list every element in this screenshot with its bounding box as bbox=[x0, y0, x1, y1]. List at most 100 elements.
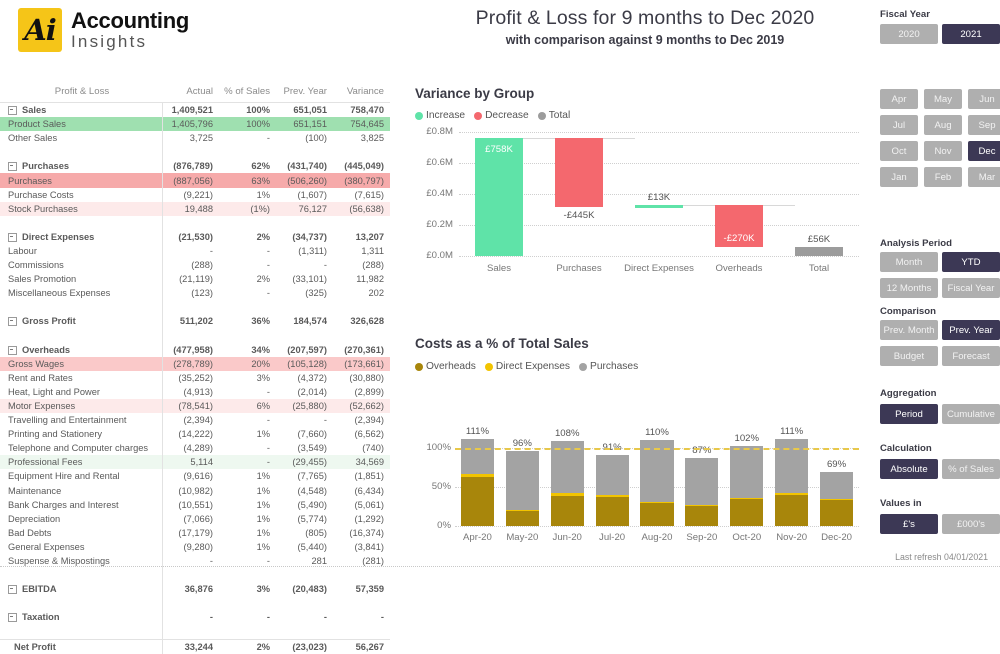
expander-icon[interactable] bbox=[8, 585, 17, 595]
table-row[interactable]: Bank Charges and Interest (10,551) 1% (5,49… bbox=[0, 497, 390, 512]
stacked-bar-segment[interactable] bbox=[550, 493, 584, 497]
aggregation-button-1[interactable]: Cumulative bbox=[942, 404, 1000, 424]
expander-icon[interactable] bbox=[8, 345, 17, 355]
stacked-bar-segment[interactable] bbox=[685, 504, 719, 507]
waterfall-bar[interactable] bbox=[555, 138, 603, 208]
table-row[interactable]: Purchases (876,789) 62% (431,740) (445,049) bbox=[0, 159, 390, 174]
stacked-bar-segment[interactable] bbox=[505, 450, 539, 510]
waterfall-bar[interactable] bbox=[795, 247, 843, 256]
table-row[interactable]: Rent and Rates (35,252) 3% (4,372) (30,880) bbox=[0, 370, 390, 385]
month-button-Feb[interactable]: Feb bbox=[924, 167, 962, 187]
legend-item[interactable]: Overheads bbox=[415, 361, 476, 372]
table-row[interactable]: Miscellaneous Expenses (123) - (325) 202 bbox=[0, 286, 390, 301]
stacked-bar-segment[interactable] bbox=[819, 498, 854, 501]
table-row[interactable]: Labour - - (1,311) 1,311 bbox=[0, 243, 390, 259]
month-button-Dec[interactable]: Dec bbox=[968, 141, 1000, 161]
analysis-period-button-0[interactable]: Month bbox=[880, 252, 938, 272]
table-row[interactable]: Equipment Hire and Rental (9,616) 1% (7,765… bbox=[0, 469, 390, 484]
waterfall-bar[interactable] bbox=[635, 205, 683, 209]
month-button-Nov[interactable]: Nov bbox=[924, 141, 962, 161]
calculation-button-0[interactable]: Absolute bbox=[880, 459, 938, 479]
table-row[interactable]: General Expenses (9,280) 1% (5,440) (3,841) bbox=[0, 539, 390, 554]
table-row[interactable]: Taxation - - - - bbox=[0, 610, 390, 625]
stacked-bar-segment[interactable] bbox=[505, 509, 539, 512]
expander-icon[interactable] bbox=[8, 232, 17, 242]
analysis-period-button-1[interactable]: YTD bbox=[942, 252, 1000, 272]
stacked-bar-segment[interactable] bbox=[640, 501, 674, 503]
table-row[interactable]: Maintenance (10,982) 1% (4,548) (6,434) bbox=[0, 483, 390, 498]
table-row[interactable]: Purchase Costs (9,221) 1% (1,607) (7,615) bbox=[0, 187, 390, 202]
table-row[interactable]: Heat, Light and Power (4,913) - (2,014) (2,8… bbox=[0, 384, 390, 399]
stacked-bar-segment[interactable] bbox=[460, 477, 495, 526]
month-button-Apr[interactable]: Apr bbox=[880, 89, 918, 109]
month-button-Jul[interactable]: Jul bbox=[880, 115, 918, 135]
month-button-Mar[interactable]: Mar bbox=[968, 167, 1000, 187]
table-row[interactable]: Sales Promotion (21,119) 2% (33,101) 11,982 bbox=[0, 272, 390, 287]
legend-item[interactable]: Total bbox=[537, 110, 570, 121]
values-in-button-0[interactable]: £'s bbox=[880, 514, 938, 534]
table-row[interactable]: EBITDA 36,876 3% (20,483) 57,359 bbox=[0, 582, 390, 597]
table-row[interactable]: Gross Wages (278,789) 20% (105,128) (173,661… bbox=[0, 356, 390, 371]
stacked-bar-segment[interactable] bbox=[460, 474, 495, 478]
stacked-bar-segment[interactable] bbox=[730, 446, 764, 498]
month-button-Oct[interactable]: Oct bbox=[880, 141, 918, 161]
stacked-bar-segment[interactable] bbox=[730, 497, 764, 499]
month-button-May[interactable]: May bbox=[924, 89, 962, 109]
legend-item[interactable]: Increase bbox=[415, 110, 465, 121]
table-row[interactable]: Depreciation (7,066) 1% (5,774) (1,292) bbox=[0, 511, 390, 526]
table-row[interactable]: Professional Fees 5,114- (29,455) 34,569 bbox=[0, 455, 390, 470]
table-row[interactable]: Other Sales 3,725 - (100) 3,825 bbox=[0, 131, 390, 146]
table-row[interactable]: Bad Debts (17,179) 1% (805) (16,374) bbox=[0, 525, 390, 540]
waterfall-bar[interactable] bbox=[475, 138, 523, 256]
table-row[interactable]: Sales 1,409,521 100% 651,051 758,470 bbox=[0, 102, 390, 118]
expander-icon[interactable] bbox=[8, 317, 17, 327]
values-in-button-1[interactable]: £000's bbox=[942, 514, 1000, 534]
month-button-Jun[interactable]: Jun bbox=[968, 89, 1000, 109]
table-row[interactable]: Gross Profit 511,202 36% 184,574 326,628 bbox=[0, 314, 390, 329]
month-button-Aug[interactable]: Aug bbox=[924, 115, 962, 135]
fiscal-year-button-2021[interactable]: 2021 bbox=[942, 24, 1000, 44]
fiscal-year-button-2020[interactable]: 2020 bbox=[880, 24, 938, 44]
stacked-bar-segment[interactable] bbox=[595, 495, 629, 497]
analysis-period-button-3[interactable]: Fiscal Year bbox=[942, 278, 1000, 298]
expander-icon[interactable] bbox=[8, 613, 17, 623]
legend-item[interactable]: Purchases bbox=[579, 361, 638, 372]
table-row[interactable]: Product Sales 1,405,796 100% 651,151 754,645 bbox=[0, 117, 390, 132]
comparison-button-2[interactable]: Budget bbox=[880, 346, 938, 366]
stacked-bar-segment[interactable] bbox=[505, 511, 539, 526]
month-button-Jan[interactable]: Jan bbox=[880, 167, 918, 187]
table-row[interactable]: Commissions (288) - - (288) bbox=[0, 258, 390, 273]
stacked-bar-segment[interactable] bbox=[775, 495, 809, 526]
stacked-bar-segment[interactable] bbox=[775, 493, 809, 496]
legend-item[interactable]: Decrease bbox=[474, 110, 529, 121]
table-row[interactable]: Printing and Stationery (14,222) 1% (7,660)… bbox=[0, 427, 390, 442]
legend-item[interactable]: Direct Expenses bbox=[484, 361, 570, 372]
month-button-Sep[interactable]: Sep bbox=[968, 115, 1000, 135]
table-row[interactable]: Travelling and Entertainment (2,394) - - (2,… bbox=[0, 413, 390, 428]
table-row[interactable]: Overheads (477,958) 34% (207,597) (270,361) bbox=[0, 342, 390, 357]
expander-icon[interactable] bbox=[8, 106, 17, 116]
table-row[interactable]: Purchases (887,056) 63% (506,260) (380,797) bbox=[0, 173, 390, 188]
stacked-bar-segment[interactable] bbox=[685, 457, 719, 505]
calculation-button-1[interactable]: % of Sales bbox=[942, 459, 1000, 479]
stacked-bar-segment[interactable] bbox=[730, 498, 764, 526]
stacked-bar-segment[interactable] bbox=[819, 500, 854, 526]
stacked-bar-segment[interactable] bbox=[460, 439, 495, 475]
stacked-bar-segment[interactable] bbox=[550, 496, 584, 526]
stacked-bar-segment[interactable] bbox=[595, 454, 629, 496]
table-row[interactable]: Net Profit 33,244 2% (23,023) 56,267 bbox=[0, 638, 390, 654]
comparison-button-1[interactable]: Prev. Year bbox=[942, 320, 1000, 340]
stacked-bar-segment[interactable] bbox=[685, 506, 719, 526]
expander-icon[interactable] bbox=[8, 162, 17, 172]
analysis-period-button-2[interactable]: 12 Months bbox=[880, 278, 938, 298]
table-row[interactable]: Direct Expenses (21,530) 2% (34,737) 13,207 bbox=[0, 229, 390, 244]
table-row[interactable]: Motor Expenses (78,541) 6% (25,880) (52,662) bbox=[0, 398, 390, 414]
stacked-bar-segment[interactable] bbox=[819, 471, 854, 499]
aggregation-button-0[interactable]: Period bbox=[880, 404, 938, 424]
stacked-bar-segment[interactable] bbox=[640, 502, 674, 526]
comparison-button-0[interactable]: Prev. Month bbox=[880, 320, 938, 340]
table-row[interactable]: Stock Purchases 19,488 (1%) 76,127 (56,638) bbox=[0, 201, 390, 216]
comparison-button-3[interactable]: Forecast bbox=[942, 346, 1000, 366]
table-row[interactable]: Telephone and Computer charges (4,289) - (3… bbox=[0, 441, 390, 456]
stacked-bar-segment[interactable] bbox=[595, 497, 629, 526]
